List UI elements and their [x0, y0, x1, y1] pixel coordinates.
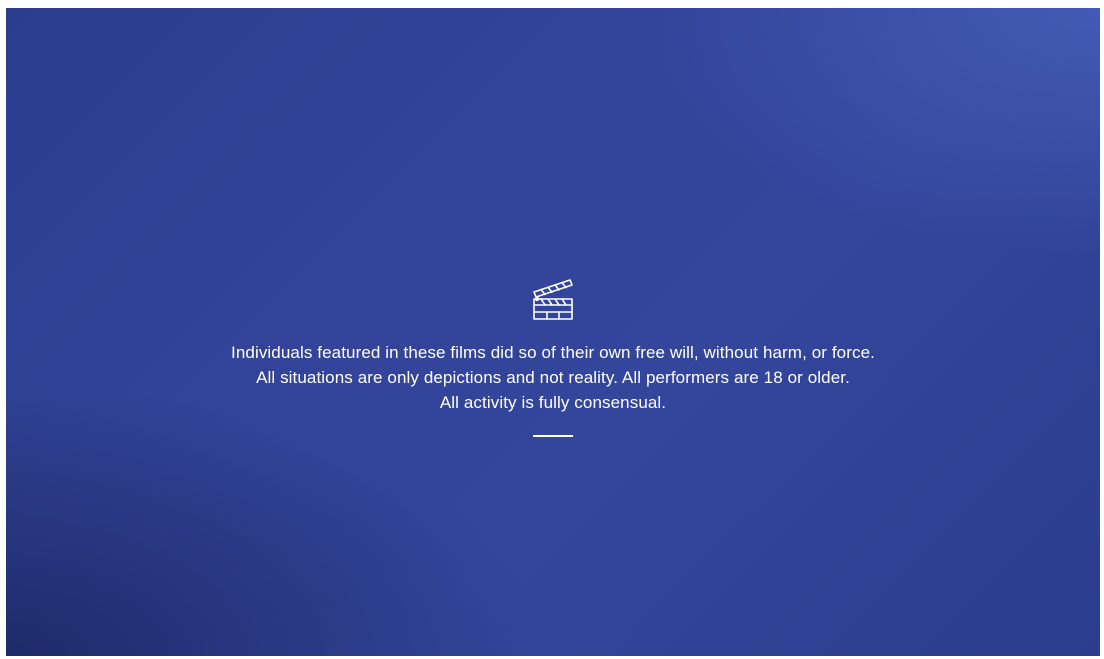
disclaimer-line-3: All activity is fully consensual. — [439, 393, 667, 412]
divider-line — [533, 435, 573, 437]
disclaimer-line-1: Individuals featured in these films did … — [231, 343, 875, 362]
clapperboard-icon — [533, 279, 573, 320]
disclaimer-screen: Individuals featured in these films did … — [6, 8, 1100, 656]
disclaimer-content: Individuals featured in these films did … — [6, 270, 1100, 437]
disclaimer-text: Individuals featured in these films did … — [231, 340, 875, 415]
disclaimer-line-2: All situations are only depictions and n… — [256, 368, 850, 387]
